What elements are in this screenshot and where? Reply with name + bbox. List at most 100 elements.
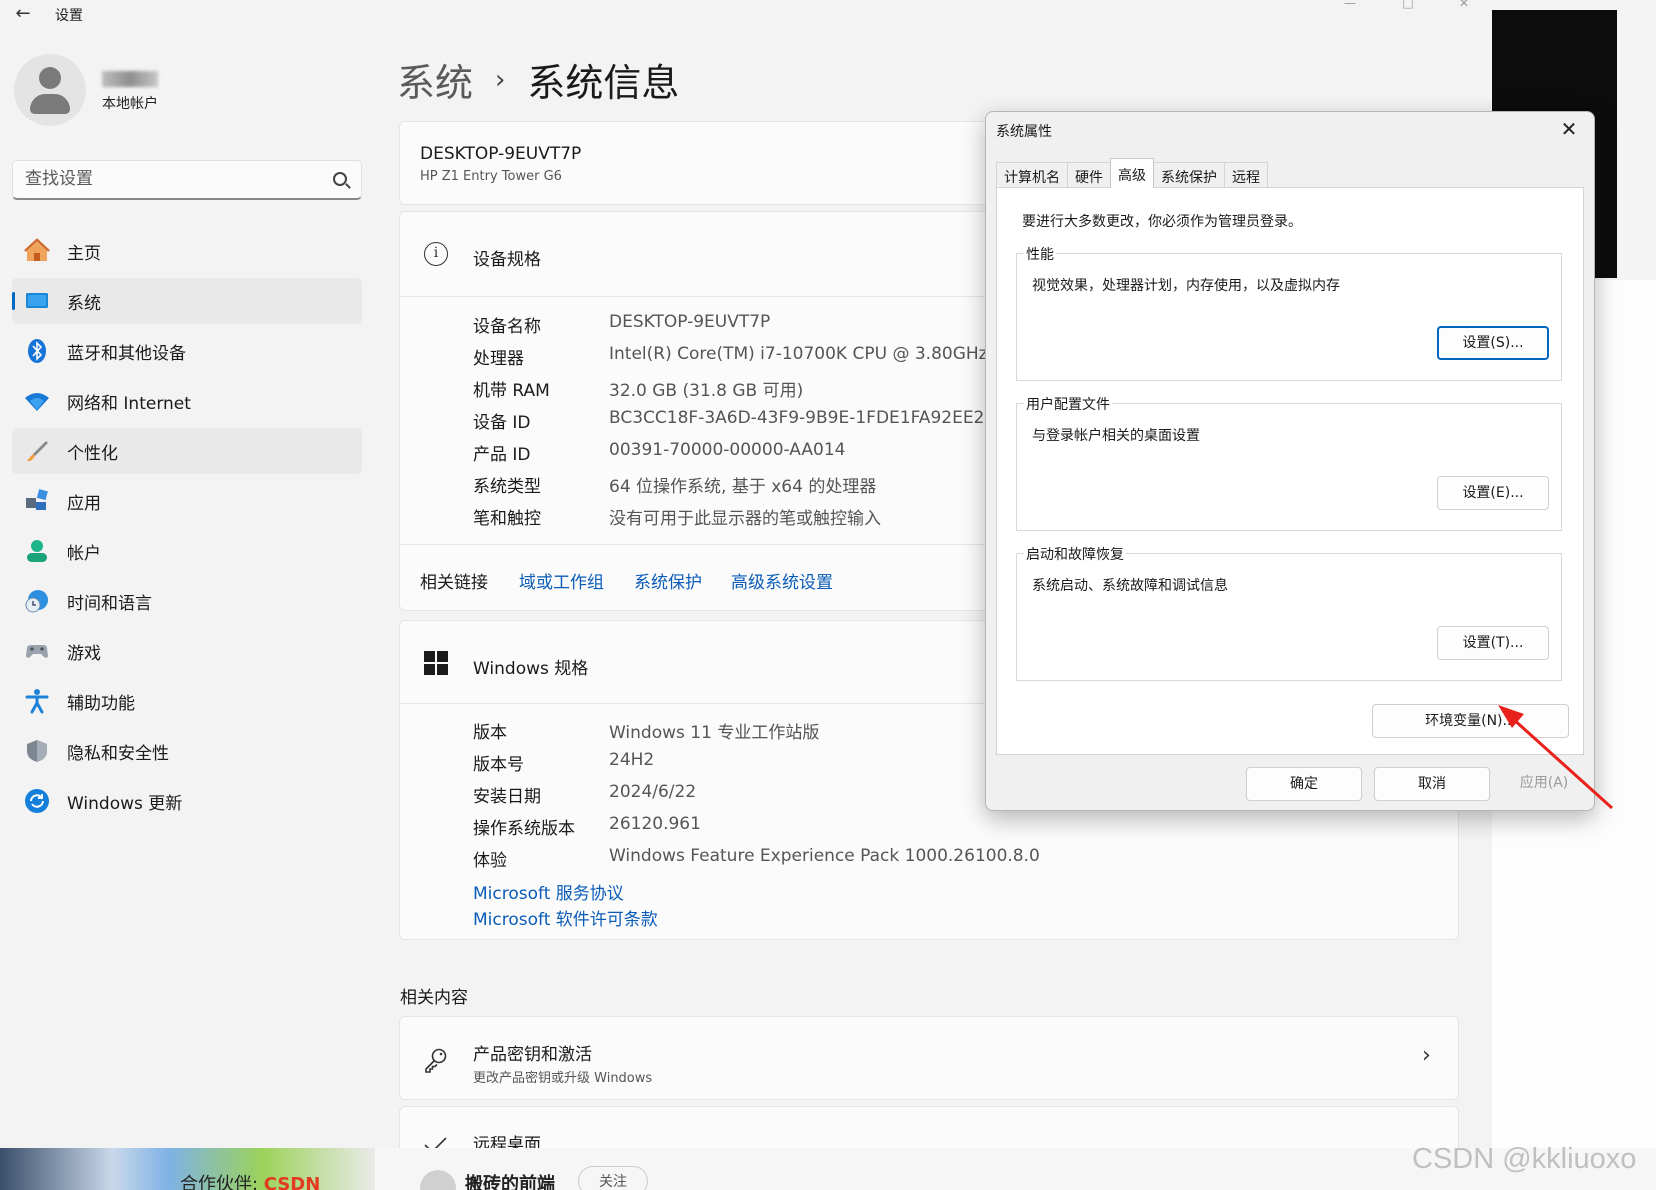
spec-value: BC3CC18F-3A6D-43F9-9B9E-1FDE1FA92EE2	[609, 408, 985, 428]
related-item-title: 产品密钥和激活	[473, 1045, 592, 1065]
close-icon[interactable]: ✕	[1554, 116, 1584, 142]
partner-label: 合作伙伴: CSDN	[180, 1174, 321, 1190]
sidebar-item-label: 游戏	[67, 643, 101, 664]
spec-key: 系统类型	[473, 477, 541, 497]
home-icon	[24, 238, 50, 261]
sidebar-item-label: 帐户	[67, 543, 101, 564]
windows-specs-title: Windows 规格	[473, 659, 589, 679]
back-arrow-icon[interactable]: ←	[10, 2, 36, 26]
link-ms-license-terms[interactable]: Microsoft 软件许可条款	[473, 905, 658, 930]
link-advanced-system-settings[interactable]: 高级系统设置	[731, 568, 833, 593]
search-icon[interactable]	[333, 172, 347, 186]
gamepad-icon	[26, 645, 48, 658]
sidebar-nav: 主页 系统 蓝牙和其他设备 网络和 Internet 个性化 应用 帐户 时间和…	[12, 228, 362, 828]
related-content-title: 相关内容	[400, 988, 468, 1008]
device-specs-title: 设备规格	[473, 250, 541, 270]
maximize-button[interactable]: □	[1388, 0, 1428, 14]
sidebar-item-home[interactable]: 主页	[12, 228, 362, 274]
spec-key: 产品 ID	[473, 445, 531, 465]
user-silhouette-icon	[39, 67, 61, 89]
avatar[interactable]	[420, 1170, 456, 1190]
link-domain-workgroup[interactable]: 域或工作组	[519, 568, 604, 593]
tab-hardware[interactable]: 硬件	[1067, 162, 1111, 188]
ok-button[interactable]: 确定	[1246, 767, 1362, 801]
group-title: 用户配置文件	[1024, 394, 1112, 414]
user-name-redacted	[102, 71, 158, 87]
avatar[interactable]	[14, 54, 86, 126]
display-icon	[26, 293, 48, 308]
ad-thumbnail[interactable]: 合作伙伴: CSDN	[0, 1148, 375, 1190]
environment-variables-button[interactable]: 环境变量(N)...	[1372, 704, 1569, 738]
sidebar-item-accounts[interactable]: 帐户	[12, 528, 362, 574]
sidebar-item-label: 辅助功能	[67, 693, 135, 714]
app-title: 设置	[55, 8, 83, 24]
spec-value: 64 位操作系统, 基于 x64 的处理器	[609, 477, 877, 497]
sidebar-item-label: Windows 更新	[67, 793, 183, 814]
chevron-right-icon: ›	[495, 64, 506, 95]
sidebar-item-label: 个性化	[67, 443, 118, 464]
sidebar-item-privacy[interactable]: 隐私和安全性	[12, 728, 362, 774]
performance-settings-button[interactable]: 设置(S)...	[1437, 326, 1549, 360]
tab-system-protection[interactable]: 系统保护	[1153, 162, 1225, 188]
cancel-button[interactable]: 取消	[1374, 767, 1490, 801]
minimize-button[interactable]: —	[1330, 0, 1370, 14]
startup-recovery-settings-button[interactable]: 设置(T)...	[1437, 626, 1549, 660]
chevron-right-icon: ›	[1422, 1043, 1431, 1068]
sidebar-item-windows-update[interactable]: Windows 更新	[12, 778, 362, 824]
sidebar-item-time-language[interactable]: 时间和语言	[12, 578, 362, 624]
search-input[interactable]	[25, 169, 325, 189]
admin-note: 要进行大多数更改，你必须作为管理员登录。	[1022, 214, 1302, 230]
spec-key: 设备 ID	[473, 413, 531, 433]
watermark: CSDN @kkliuoxo	[1412, 1143, 1637, 1175]
close-window-button[interactable]: ✕	[1444, 0, 1484, 14]
link-system-protection[interactable]: 系统保护	[634, 568, 702, 593]
page-title: 系统信息	[527, 61, 680, 105]
follow-button[interactable]: 关注	[578, 1166, 648, 1190]
spec-value: 24H2	[609, 750, 655, 770]
tab-advanced[interactable]: 高级	[1110, 158, 1154, 188]
apply-button[interactable]: 应用(A)	[1502, 767, 1586, 801]
accessibility-icon	[25, 689, 49, 714]
wifi-icon	[25, 393, 49, 411]
tab-remote[interactable]: 远程	[1224, 162, 1268, 188]
spec-key: 处理器	[473, 349, 524, 369]
sidebar-item-system[interactable]: 系统	[12, 278, 362, 324]
remote-desktop-icon	[424, 1137, 447, 1148]
system-properties-dialog: 系统属性 ✕ 计算机名 硬件 高级 系统保护 远程 要进行大多数更改，你必须作为…	[985, 111, 1595, 811]
user-silhouette-body	[30, 94, 70, 114]
sidebar-item-label: 主页	[67, 243, 101, 264]
group-description: 与登录帐户相关的桌面设置	[1032, 428, 1200, 444]
group-title: 启动和故障恢复	[1024, 544, 1126, 564]
sidebar-item-label: 时间和语言	[67, 593, 152, 614]
user-profiles-group: 用户配置文件 与登录帐户相关的桌面设置 设置(E)...	[1016, 394, 1562, 531]
sidebar-item-gaming[interactable]: 游戏	[12, 628, 362, 674]
link-ms-service-agreement[interactable]: Microsoft 服务协议	[473, 879, 624, 904]
breadcrumb-parent[interactable]: 系统	[397, 52, 473, 107]
account-type: 本地帐户	[102, 96, 158, 112]
sidebar-item-bluetooth[interactable]: 蓝牙和其他设备	[12, 328, 362, 374]
spec-key: 版本	[473, 723, 507, 743]
search-box[interactable]	[12, 160, 362, 200]
sidebar-item-label: 蓝牙和其他设备	[67, 343, 186, 364]
related-item-remote-desktop[interactable]: 远程桌面	[399, 1106, 1459, 1148]
sidebar-item-accessibility[interactable]: 辅助功能	[12, 678, 362, 724]
paintbrush-icon	[27, 441, 48, 462]
sidebar-item-apps[interactable]: 应用	[12, 478, 362, 524]
user-profiles-settings-button[interactable]: 设置(E)...	[1437, 476, 1549, 510]
spec-value: 2024/6/22	[609, 782, 697, 802]
author-name[interactable]: 搬砖的前端	[465, 1170, 555, 1190]
sidebar-item-personalization[interactable]: 个性化	[12, 428, 362, 474]
related-item-product-key[interactable]: 产品密钥和激活 更改产品密钥或升级 Windows ›	[399, 1016, 1459, 1100]
related-item-title: 远程桌面	[473, 1135, 541, 1148]
spec-value: 32.0 GB (31.8 GB 可用)	[609, 381, 804, 401]
group-description: 系统启动、系统故障和调试信息	[1032, 578, 1228, 594]
spec-value: Windows Feature Experience Pack 1000.261…	[609, 846, 1040, 866]
tab-computer-name[interactable]: 计算机名	[996, 162, 1068, 188]
advanced-tab-page: 要进行大多数更改，你必须作为管理员登录。 性能 视觉效果，处理器计划，内存使用，…	[996, 187, 1584, 755]
sidebar-item-network[interactable]: 网络和 Internet	[12, 378, 362, 424]
device-name: DESKTOP-9EUVT7P	[420, 144, 582, 164]
dialog-title: 系统属性	[996, 124, 1052, 140]
related-item-subtitle: 更改产品密钥或升级 Windows	[473, 1071, 653, 1086]
sidebar-item-label: 系统	[67, 293, 101, 314]
account-icon	[27, 540, 47, 562]
